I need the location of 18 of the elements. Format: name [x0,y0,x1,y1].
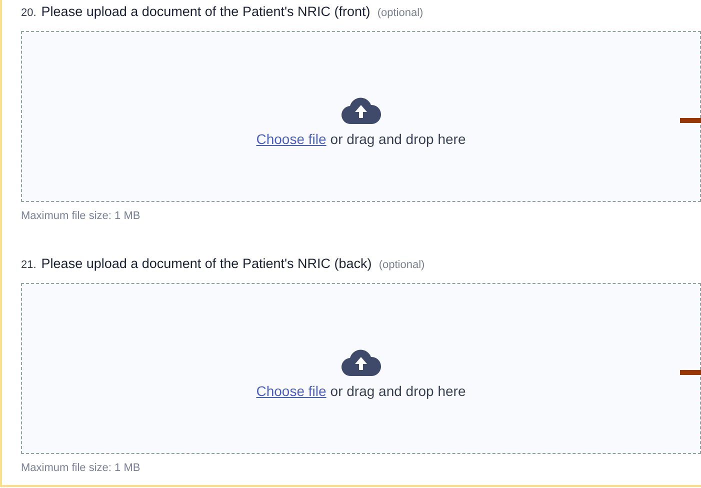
question-title: Please upload a document of the Patient's NRIC (back) [41,256,372,271]
file-size-hint: Maximum file size: 1 MB [21,462,142,474]
side-marker [680,370,701,375]
question-title: Please upload a document of the Patient's NRIC (front) [41,4,370,19]
file-dropzone[interactable]: Choose file or drag and drop here [21,31,701,202]
question-number: 20. [21,7,36,19]
optional-label: (optional) [377,7,424,19]
cloud-upload-icon [341,96,381,124]
side-marker [680,118,701,123]
file-size-hint: Maximum file size: 1 MB [21,210,142,222]
cloud-upload-icon [341,348,381,376]
question-number: 21. [21,259,36,271]
choose-file-link[interactable]: Choose file [256,130,326,146]
optional-label: (optional) [378,259,425,271]
drop-prompt: or drag and drop here [330,382,466,398]
choose-file-link[interactable]: Choose file [256,382,326,398]
drop-prompt: or drag and drop here [330,130,466,146]
file-dropzone[interactable]: Choose file or drag and drop here [21,283,701,454]
